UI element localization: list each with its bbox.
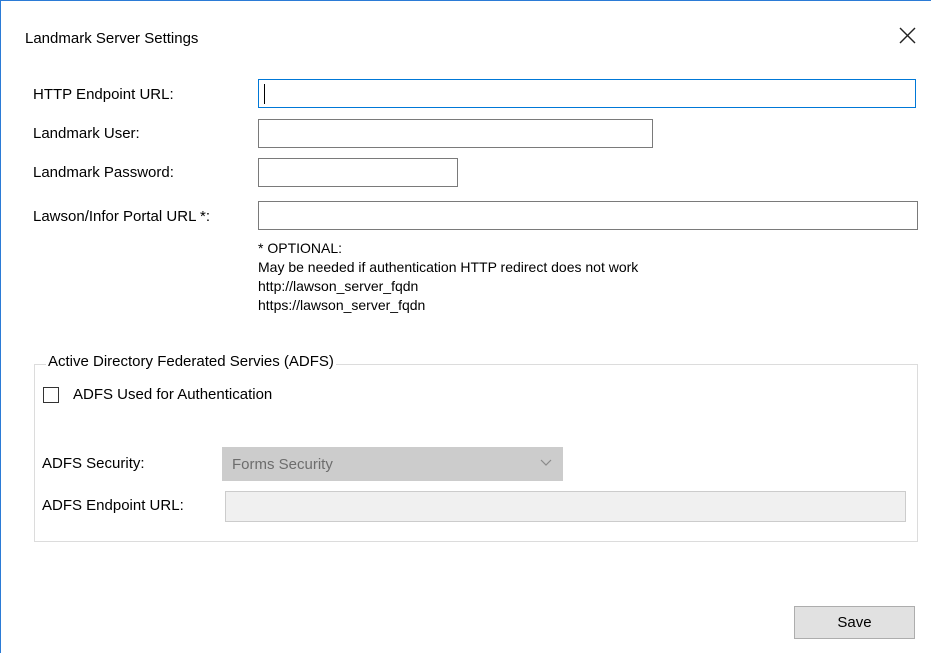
window-title: Landmark Server Settings (25, 30, 199, 47)
chevron-down-icon (540, 459, 552, 466)
http-endpoint-label: HTTP Endpoint URL: (33, 86, 174, 103)
portal-url-label: Lawson/Infor Portal URL *: (33, 208, 211, 225)
adfs-endpoint-input[interactable] (225, 491, 906, 522)
optional-note: * OPTIONAL: May be needed if authenticat… (258, 239, 638, 315)
adfs-checkbox-label[interactable]: ADFS Used for Authentication (73, 386, 272, 403)
portal-url-input[interactable] (258, 201, 918, 230)
adfs-security-dropdown[interactable]: Forms Security (222, 447, 563, 481)
adfs-endpoint-label: ADFS Endpoint URL: (42, 497, 184, 514)
note-line-redirect: May be needed if authentication HTTP red… (258, 259, 639, 275)
adfs-security-value: Forms Security (232, 456, 333, 473)
landmark-password-label: Landmark Password: (33, 164, 174, 181)
save-button[interactable]: Save (794, 606, 915, 639)
close-icon (899, 27, 915, 44)
adfs-security-label: ADFS Security: (42, 455, 145, 472)
landmark-password-input[interactable] (258, 158, 458, 187)
note-line-https-example: https://lawson_server_fqdn (258, 297, 426, 313)
text-caret (264, 84, 265, 104)
adfs-groupbox-title: Active Directory Federated Servies (ADFS… (46, 353, 336, 370)
title-bar: Landmark Server Settings (1, 1, 931, 73)
adfs-checkbox[interactable] (43, 387, 59, 403)
note-line-optional: * OPTIONAL: (258, 240, 343, 256)
note-line-http-example: http://lawson_server_fqdn (258, 278, 419, 294)
http-endpoint-input[interactable] (258, 79, 916, 108)
landmark-user-input[interactable] (258, 119, 653, 148)
close-button[interactable] (887, 17, 927, 57)
settings-dialog: Landmark Server Settings HTTP Endpoint U… (0, 0, 931, 653)
landmark-user-label: Landmark User: (33, 125, 140, 142)
